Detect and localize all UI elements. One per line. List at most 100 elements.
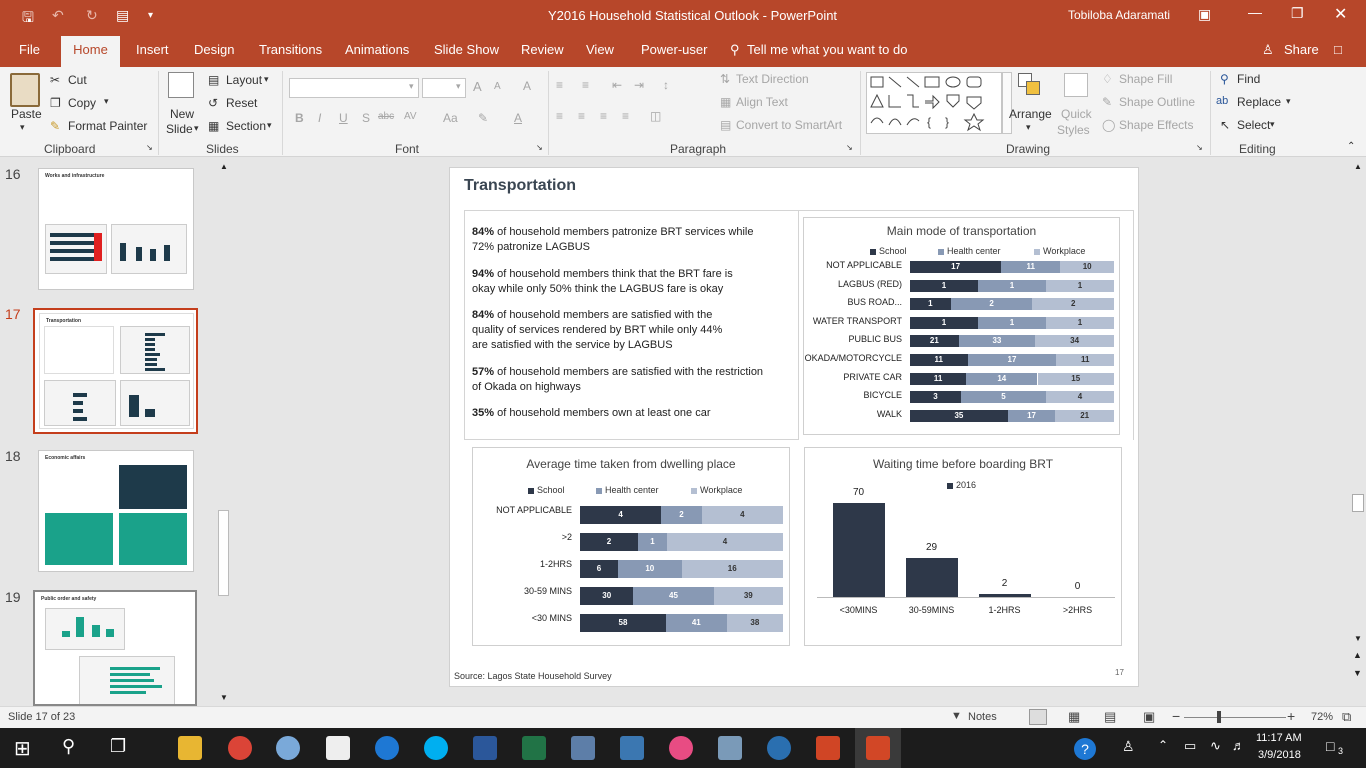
scroll-thumb[interactable]	[1352, 494, 1364, 512]
strikethrough-button[interactable]: abc	[378, 111, 394, 122]
increase-indent-icon[interactable]: ⇥	[634, 78, 644, 92]
align-center-icon[interactable]: ≡	[578, 109, 585, 123]
collapse-ribbon-icon[interactable]: ⌃	[1347, 141, 1355, 152]
shrink-font-icon[interactable]: A	[494, 81, 501, 92]
zoom-in-icon[interactable]: +	[1287, 708, 1295, 724]
thumbnail-scrollbar[interactable]: ▲ ▼	[217, 160, 230, 706]
scroll-down-icon[interactable]: ▼	[220, 693, 228, 702]
tab-slide-show[interactable]: Slide Show	[434, 42, 499, 57]
chart-main-mode[interactable]: Main mode of transportation School Healt…	[803, 217, 1120, 435]
find-button[interactable]: Find	[1237, 72, 1260, 86]
tab-file[interactable]: File	[19, 42, 40, 57]
fit-slide-icon[interactable]: ⧉	[1342, 709, 1351, 725]
slide-thumbnail-19[interactable]: Public order and safety	[33, 590, 197, 706]
font-name-dropdown-icon[interactable]: ▾	[409, 81, 414, 92]
select-dropdown-icon[interactable]: ▾	[1270, 119, 1275, 130]
search-icon[interactable]: ⚲	[62, 736, 75, 757]
restore-icon[interactable]: ❐	[1291, 5, 1304, 22]
zoom-out-icon[interactable]: −	[1172, 708, 1180, 724]
arrange-dropdown-icon[interactable]: ▾	[1026, 122, 1031, 133]
chart-waiting-time[interactable]: Waiting time before boarding BRT 2016 70…	[804, 447, 1122, 646]
shapes-gallery[interactable]: {}	[866, 72, 1002, 134]
redo-icon[interactable]: ↻	[86, 7, 98, 24]
font-size-dropdown-icon[interactable]: ▾	[456, 81, 461, 92]
slide-thumbnail-18[interactable]: Economic affairs	[38, 450, 194, 572]
tab-view[interactable]: View	[586, 42, 614, 57]
scroll-down-icon[interactable]: ▼	[1354, 634, 1362, 643]
tab-design[interactable]: Design	[194, 42, 234, 57]
cut-button[interactable]: Cut	[68, 73, 87, 87]
volume-icon[interactable]: ♬	[1232, 738, 1245, 753]
drawing-launcher-icon[interactable]: ↘	[1196, 143, 1203, 152]
arrange-button[interactable]: Arrange	[1009, 107, 1052, 121]
font-color-button[interactable]: A	[514, 111, 522, 125]
section-button[interactable]: Section	[226, 119, 266, 133]
clock-time[interactable]: 11:17 AM	[1256, 732, 1302, 744]
help-icon[interactable]: ?	[1074, 738, 1096, 760]
text-direction-button[interactable]: Text Direction	[736, 72, 809, 86]
app-icon[interactable]	[767, 736, 791, 760]
notes-button[interactable]: Notes	[968, 711, 997, 723]
align-text-button[interactable]: Align Text	[736, 95, 788, 109]
action-center-icon[interactable]: □	[1326, 738, 1334, 754]
new-slide-icon[interactable]	[168, 72, 194, 98]
justify-icon[interactable]: ≡	[622, 109, 629, 123]
new-slide-dropdown-icon[interactable]: ▾	[194, 123, 199, 134]
slide-counter[interactable]: Slide 17 of 23	[8, 711, 75, 723]
copy-dropdown-icon[interactable]: ▾	[104, 96, 109, 107]
next-slide-icon[interactable]: ▼	[1353, 668, 1362, 678]
zoom-level[interactable]: 72%	[1311, 711, 1333, 723]
slideshow-view-icon[interactable]: ▣	[1143, 709, 1155, 725]
bold-button[interactable]: B	[295, 111, 304, 125]
edge-icon[interactable]	[375, 736, 399, 760]
battery-icon[interactable]: ▭	[1184, 738, 1196, 754]
tab-review[interactable]: Review	[521, 42, 564, 57]
character-spacing-button[interactable]: AV	[404, 111, 417, 122]
people-icon[interactable]: ♙	[1122, 738, 1135, 755]
user-name[interactable]: Tobiloba Adaramati	[1068, 8, 1170, 22]
bullets-icon[interactable]: ≡	[556, 78, 563, 92]
shape-effects-button[interactable]: Shape Effects	[1119, 118, 1194, 132]
font-launcher-icon[interactable]: ↘	[536, 143, 543, 152]
shape-outline-button[interactable]: Shape Outline	[1119, 95, 1195, 109]
replace-button[interactable]: Replace	[1237, 95, 1281, 109]
numbering-icon[interactable]: ≡	[582, 78, 589, 92]
grow-font-icon[interactable]: A	[473, 79, 482, 94]
minimize-icon[interactable]: —	[1248, 4, 1262, 20]
chart-average-time[interactable]: Average time taken from dwelling place S…	[472, 447, 790, 646]
shape-fill-button[interactable]: Shape Fill	[1119, 72, 1172, 86]
zoom-slider-thumb[interactable]	[1217, 711, 1221, 723]
italic-button[interactable]: I	[318, 111, 321, 125]
app-icon[interactable]	[718, 736, 742, 760]
zoom-slider[interactable]	[1184, 717, 1286, 718]
excel-icon[interactable]	[522, 736, 546, 760]
previous-slide-icon[interactable]: ▲	[1353, 650, 1362, 660]
align-left-icon[interactable]: ≡	[556, 109, 563, 123]
underline-button[interactable]: U	[339, 111, 348, 125]
wifi-icon[interactable]: ∿	[1210, 738, 1221, 754]
slide-scrollbar[interactable]: ▲ ▼ ▲ ▼	[1350, 160, 1366, 706]
replace-dropdown-icon[interactable]: ▾	[1286, 96, 1291, 107]
share-button[interactable]: Share	[1284, 42, 1319, 57]
line-spacing-icon[interactable]: ↕	[663, 78, 669, 92]
itunes-icon[interactable]	[669, 736, 693, 760]
layout-button[interactable]: Layout	[226, 73, 262, 87]
quick-styles-icon[interactable]	[1064, 73, 1088, 97]
scroll-thumb[interactable]	[218, 510, 229, 596]
file-explorer-icon[interactable]	[178, 736, 202, 760]
clock-date[interactable]: 3/9/2018	[1258, 749, 1301, 761]
calculator-icon[interactable]	[326, 736, 350, 760]
scroll-up-icon[interactable]: ▲	[1354, 162, 1362, 171]
task-view-icon[interactable]: ❐	[110, 736, 126, 757]
slide-canvas[interactable]: Transportation 84% of household members …	[449, 167, 1139, 687]
change-case-icon[interactable]: Aa	[443, 111, 458, 125]
start-from-beginning-icon[interactable]: ▤	[116, 7, 129, 24]
ribbon-display-icon[interactable]: ▣	[1198, 6, 1211, 23]
clipboard-launcher-icon[interactable]: ↘	[146, 143, 153, 152]
app-icon[interactable]	[276, 736, 300, 760]
undo-icon[interactable]: ↶	[52, 7, 64, 24]
close-icon[interactable]: ✕	[1334, 4, 1347, 24]
copy-button[interactable]: Copy	[68, 96, 96, 110]
layout-dropdown-icon[interactable]: ▾	[264, 74, 269, 85]
snipping-tool-icon[interactable]	[816, 736, 840, 760]
